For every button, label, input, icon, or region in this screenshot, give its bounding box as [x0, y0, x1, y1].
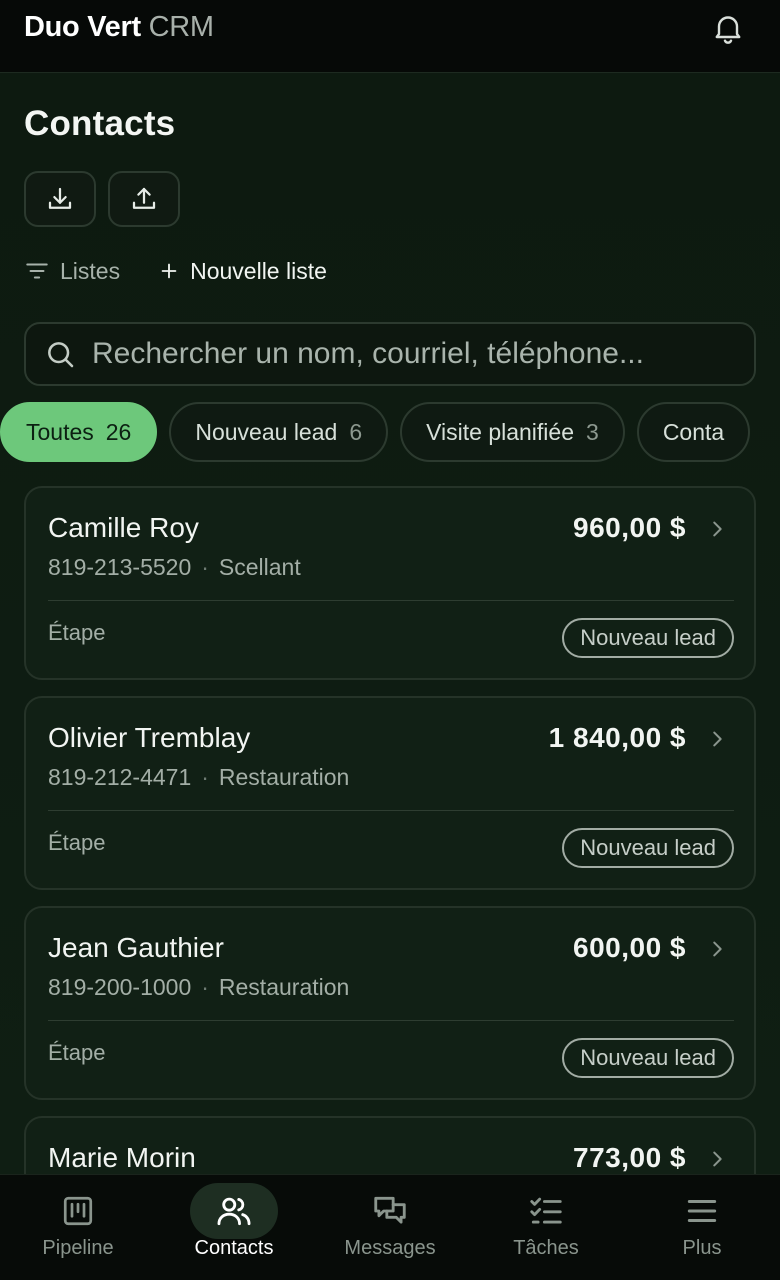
- filter-chips: Toutes 26 Nouveau lead 6 Visite planifié…: [0, 402, 780, 462]
- contact-name: Camille Roy: [48, 512, 199, 543]
- bottom-navigation: Pipeline Contacts Messages Tâches Plus: [0, 1174, 780, 1280]
- app-brand: Duo Vert CRM: [24, 11, 214, 44]
- nav-item-more[interactable]: Plus: [624, 1175, 780, 1280]
- messages-icon: [370, 1191, 410, 1231]
- nav-label: Messages: [344, 1237, 436, 1259]
- chevron-right-icon: [713, 731, 722, 747]
- contact-amount: 600,00 $: [573, 932, 686, 963]
- main-content: Contacts Listes Nouvelle liste Recherche…: [0, 74, 780, 1174]
- filter-chip-visit-planned[interactable]: Visite planifiée 3: [400, 402, 625, 462]
- filter-chip-contacted[interactable]: Conta: [636, 402, 751, 462]
- bell-icon[interactable]: [710, 10, 746, 46]
- contact-phone: 819-212-4471: [48, 764, 192, 790]
- stage-label: Étape: [48, 1040, 106, 1065]
- chevron-right-icon: [713, 1151, 722, 1167]
- download-icon: [48, 187, 72, 209]
- new-list-label: Nouvelle liste: [190, 257, 327, 284]
- chevron-right-icon: [713, 941, 722, 957]
- separator-dot: ·: [201, 764, 209, 790]
- contact-amount: 773,00 $: [573, 1142, 686, 1173]
- download-button[interactable]: [24, 171, 96, 227]
- app-header: Duo Vert CRM: [0, 0, 780, 73]
- contact-card[interactable]: Jean Gauthier 600,00 $ 819-200-1000 · Rest…: [24, 906, 756, 1100]
- contact-name: Jean Gauthier: [48, 932, 224, 963]
- filter-chip-count: 6: [349, 418, 363, 445]
- card-divider: [48, 810, 734, 811]
- stage-badge: Nouveau lead: [562, 828, 734, 868]
- filter-chip-all[interactable]: Toutes 26: [0, 402, 158, 462]
- stage-badge: Nouveau lead: [562, 618, 734, 658]
- lists-toggle-label: Listes: [60, 257, 121, 284]
- filter-icon: [26, 263, 48, 279]
- lists-row: Listes Nouvelle liste: [24, 256, 327, 286]
- stage-label: Étape: [48, 620, 106, 645]
- filter-chip-count: 26: [105, 418, 132, 445]
- nav-item-contacts[interactable]: Contacts: [156, 1175, 312, 1280]
- menu-icon: [682, 1191, 722, 1231]
- nav-item-pipeline[interactable]: Pipeline: [0, 1175, 156, 1280]
- nav-label: Contacts: [194, 1237, 274, 1259]
- stage-label: Étape: [48, 830, 106, 855]
- filter-chip-label: Visite planifiée: [426, 418, 575, 445]
- contact-card[interactable]: Marie Morin 773,00 $: [24, 1116, 756, 1174]
- contact-phone: 819-213-5520: [48, 554, 192, 580]
- contact-details: 819-212-4471 · Restauration: [48, 764, 349, 791]
- contact-details: 819-200-1000 · Restauration: [48, 974, 349, 1001]
- nav-label: Tâches: [513, 1237, 579, 1259]
- tasks-icon: [526, 1191, 566, 1231]
- card-divider: [48, 600, 734, 601]
- contact-card[interactable]: Olivier Tremblay 1 840,00 $ 819-212-4471…: [24, 696, 756, 890]
- stage-badge: Nouveau lead: [562, 1038, 734, 1078]
- contact-name: Marie Morin: [48, 1142, 196, 1173]
- card-divider: [48, 1020, 734, 1021]
- filter-chip-count: 3: [586, 418, 599, 445]
- contact-phone: 819-200-1000: [48, 974, 192, 1000]
- page-title: Contacts: [24, 104, 176, 143]
- contact-category: Scellant: [218, 554, 301, 580]
- pipeline-icon: [58, 1191, 98, 1231]
- contact-category: Restauration: [218, 974, 350, 1000]
- search-icon: [48, 342, 74, 368]
- contact-amount: 1 840,00 $: [548, 722, 686, 753]
- contact-category: Restauration: [218, 764, 350, 790]
- nav-item-messages[interactable]: Messages: [312, 1175, 468, 1280]
- contact-amount: 960,00 $: [573, 512, 686, 543]
- plus-icon: [161, 263, 177, 279]
- contact-name: Olivier Tremblay: [48, 722, 251, 753]
- filter-chip-label: Conta: [662, 418, 725, 445]
- search-box: [24, 322, 756, 386]
- nav-label: Plus: [682, 1237, 722, 1259]
- lists-toggle[interactable]: Listes: [24, 258, 120, 285]
- contacts-icon: [214, 1191, 254, 1231]
- upload-icon: [132, 187, 156, 209]
- search-input[interactable]: [92, 337, 732, 371]
- new-list-button[interactable]: Nouvelle liste: [158, 258, 327, 285]
- nav-item-tasks[interactable]: Tâches: [468, 1175, 624, 1280]
- separator-dot: ·: [201, 554, 209, 580]
- filter-chip-label: Nouveau lead: [195, 418, 338, 445]
- brand-suffix: CRM: [148, 11, 214, 43]
- separator-dot: ·: [201, 974, 209, 1000]
- nav-label: Pipeline: [42, 1237, 114, 1259]
- contact-details: 819-213-5520 · Scellant: [48, 554, 301, 581]
- contact-card[interactable]: Camille Roy 960,00 $ 819-213-5520 · Scella…: [24, 486, 756, 680]
- chevron-right-icon: [713, 521, 722, 537]
- brand-name: Duo Vert: [24, 11, 141, 43]
- filter-chip-label: Toutes: [26, 418, 94, 445]
- upload-button[interactable]: [108, 171, 180, 227]
- filter-chip-new-lead[interactable]: Nouveau lead 6: [169, 402, 389, 462]
